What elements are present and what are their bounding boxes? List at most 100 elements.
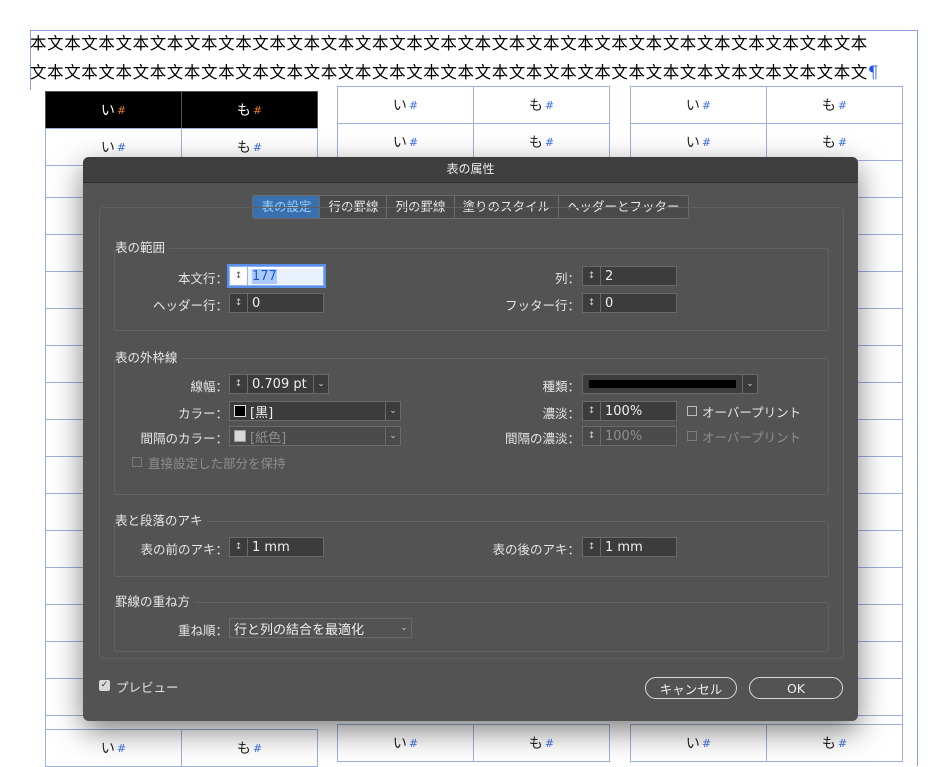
table-row-line — [45, 271, 85, 272]
footer-rows-field[interactable]: ↕ 0 — [582, 293, 677, 313]
space-after-value[interactable]: 1 mm — [601, 540, 676, 555]
checkmark-icon[interactable]: ✓ — [99, 680, 110, 691]
table-row-line — [858, 715, 903, 716]
stepper-icon[interactable]: ↕ — [583, 538, 601, 556]
hash-mark: # — [701, 135, 712, 149]
cell-text: い — [685, 736, 700, 752]
table-cell[interactable]: も # — [473, 724, 610, 762]
chevron-down-icon[interactable]: ⌄ — [397, 619, 411, 637]
hash-mark: # — [116, 741, 127, 755]
table-cell[interactable]: も # — [181, 729, 318, 767]
gap-overprint-checkbox[interactable] — [687, 431, 697, 441]
text-frame-right-edge — [917, 30, 918, 766]
stepper-icon[interactable]: ↕ — [230, 538, 248, 556]
table-cell[interactable]: も # — [181, 91, 318, 129]
cell-text: い — [100, 103, 115, 119]
tint-field[interactable]: ↕ 100% — [582, 401, 677, 421]
table-cell[interactable]: い # — [337, 86, 474, 124]
cell-text: も — [528, 98, 543, 114]
weight-value[interactable]: 0.709 pt — [248, 377, 313, 392]
color-select[interactable]: [黒] ⌄ — [229, 401, 401, 421]
body-rows-label: 本文行： — [177, 271, 228, 286]
draw-order-select[interactable]: 行と列の結合を最適化 ⌄ — [229, 618, 412, 638]
stepper-icon[interactable]: ↕ — [230, 294, 248, 312]
gap-tint-field[interactable]: ↕ 100% — [582, 426, 677, 446]
gap-color-select[interactable]: [紙色] ⌄ — [229, 426, 401, 446]
table-row-line — [858, 308, 903, 309]
table-cell[interactable]: も # — [473, 123, 610, 161]
hash-mark: # — [408, 98, 419, 112]
table-cell[interactable]: い # — [337, 123, 474, 161]
chevron-down-icon[interactable]: ⌄ — [385, 402, 400, 420]
gap-tint-value[interactable]: 100% — [601, 429, 676, 444]
hash-mark: # — [837, 98, 848, 112]
chevron-down-icon[interactable]: ⌄ — [313, 375, 328, 393]
cell-text: い — [685, 135, 700, 151]
cell-text: も — [821, 736, 836, 752]
cell-text: い — [392, 98, 407, 114]
cell-text: も — [821, 135, 836, 151]
header-rows-field[interactable]: ↕ 0 — [229, 293, 324, 313]
stepper-icon[interactable]: ↕ — [583, 294, 601, 312]
table-options-dialog: 表の属性 表の設定 行の罫線 列の罫線 塗りのスタイル ヘッダーとフッター 表の… — [83, 157, 858, 721]
dialog-title[interactable]: 表の属性 — [83, 157, 858, 183]
table-row-line — [45, 308, 85, 309]
group-title: 罫線の重ね方 — [115, 591, 195, 610]
hash-mark: # — [408, 135, 419, 149]
chevron-down-icon[interactable]: ⌄ — [742, 375, 757, 393]
cancel-button[interactable]: キャンセル — [645, 677, 737, 699]
cell-text: い — [392, 736, 407, 752]
weight-field[interactable]: ↕ 0.709 pt ⌄ — [229, 374, 329, 394]
tint-value[interactable]: 100% — [601, 404, 676, 419]
table-cell[interactable]: も # — [473, 86, 610, 124]
table-cell[interactable]: い # — [45, 91, 182, 129]
columns-value[interactable]: 2 — [601, 269, 676, 284]
footer-rows-value[interactable]: 0 — [601, 296, 676, 311]
hash-mark: # — [544, 736, 555, 750]
body-rows-input[interactable]: 177 — [248, 268, 323, 284]
overprint-checkbox[interactable] — [687, 406, 697, 416]
table-row-line — [858, 456, 903, 457]
gap-color-label: 間隔のカラー： — [140, 431, 228, 446]
hash-mark: # — [837, 135, 848, 149]
body-rows-field[interactable]: ↕ 177 — [229, 266, 324, 286]
text-frame-top-edge — [30, 30, 918, 31]
ok-button[interactable]: OK — [749, 677, 843, 699]
cell-text: も — [236, 140, 251, 156]
space-before-field[interactable]: ↕ 1 mm — [229, 537, 324, 557]
table-row-line — [858, 419, 903, 420]
cell-text: も — [528, 736, 543, 752]
table-cell[interactable]: も # — [766, 123, 903, 161]
cell-text: い — [685, 98, 700, 114]
stepper-icon[interactable]: ↕ — [230, 375, 248, 393]
table-cell[interactable]: も # — [766, 724, 903, 762]
preserve-checkbox[interactable] — [132, 457, 142, 467]
cell-text: も — [236, 103, 251, 119]
body-text-line-2-text: 文本文本文本文本文本文本文本文本文本文本文本文本文本文本文本文本文本文本文本文本… — [30, 63, 868, 82]
space-after-field[interactable]: ↕ 1 mm — [582, 537, 677, 557]
table-row-line — [858, 604, 903, 605]
table-cell[interactable]: い # — [337, 724, 474, 762]
stepper-icon[interactable]: ↕ — [583, 267, 601, 285]
table-row-line — [858, 567, 903, 568]
hash-mark: # — [116, 103, 127, 117]
stepper-icon[interactable]: ↕ — [230, 267, 248, 285]
space-before-value[interactable]: 1 mm — [248, 540, 323, 555]
hash-mark: # — [408, 736, 419, 750]
type-label: 種類： — [542, 379, 580, 394]
table-cell[interactable]: い # — [630, 86, 767, 124]
columns-field[interactable]: ↕ 2 — [582, 266, 677, 286]
table-row-line — [858, 197, 903, 198]
table-cell[interactable]: も # — [766, 86, 903, 124]
cell-text: も — [236, 741, 251, 757]
stepper-icon[interactable]: ↕ — [583, 402, 601, 420]
chevron-down-icon[interactable]: ⌄ — [385, 427, 400, 445]
table-cell[interactable]: い # — [630, 123, 767, 161]
stroke-type-select[interactable]: ⌄ — [582, 374, 758, 394]
hash-mark: # — [252, 103, 263, 117]
table-cell[interactable]: い # — [630, 724, 767, 762]
table-cell[interactable]: い # — [45, 729, 182, 767]
stepper-icon[interactable]: ↕ — [583, 427, 601, 445]
header-rows-value[interactable]: 0 — [248, 296, 323, 311]
body-text-line-2: 文本文本文本文本文本文本文本文本文本文本文本文本文本文本文本文本文本文本文本文本… — [30, 63, 879, 83]
